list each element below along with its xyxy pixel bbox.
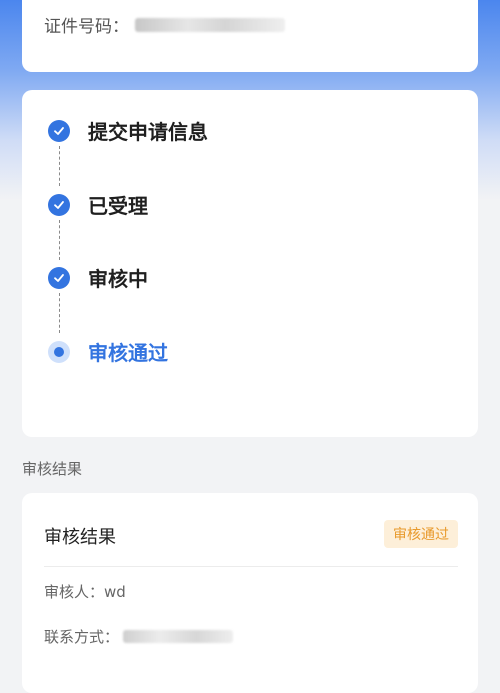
divider [44, 566, 458, 567]
step-approved: 审核通过 [48, 337, 168, 366]
reviewer-label: 审核人： [44, 583, 105, 601]
check-icon [48, 193, 70, 216]
reviewer-row: 审核人： wd [44, 581, 126, 602]
progress-card: 提交申请信息 已受理 审核中 审核通过 [22, 90, 478, 437]
status-badge: 审核通过 [384, 520, 458, 548]
step-connector [59, 220, 60, 260]
step-label: 审核中 [88, 267, 148, 291]
step-connector [59, 293, 60, 333]
step-submit: 提交申请信息 [48, 116, 208, 145]
contact-row: 联系方式： [44, 626, 234, 647]
result-card: 审核结果 审核通过 审核人： wd 联系方式： [22, 493, 478, 693]
check-icon [48, 266, 70, 289]
contact-label: 联系方式： [44, 628, 120, 646]
id-info-card: 证件号码： [22, 0, 478, 72]
id-number-row: 证件号码： [44, 12, 285, 37]
check-icon [48, 119, 70, 142]
result-title: 审核结果 [44, 527, 116, 548]
section-title: 审核结果 [22, 460, 83, 478]
step-label: 审核通过 [88, 341, 168, 365]
id-number-label: 证件号码： [44, 17, 129, 37]
step-accepted: 已受理 [48, 190, 148, 219]
contact-masked-value [123, 630, 234, 643]
step-connector [59, 146, 60, 186]
current-step-dot-icon [48, 340, 70, 363]
id-number-masked-value [135, 17, 285, 32]
step-label: 提交申请信息 [88, 120, 208, 144]
reviewer-value: wd [104, 582, 126, 601]
step-label: 已受理 [88, 194, 148, 218]
step-reviewing: 审核中 [48, 263, 148, 292]
